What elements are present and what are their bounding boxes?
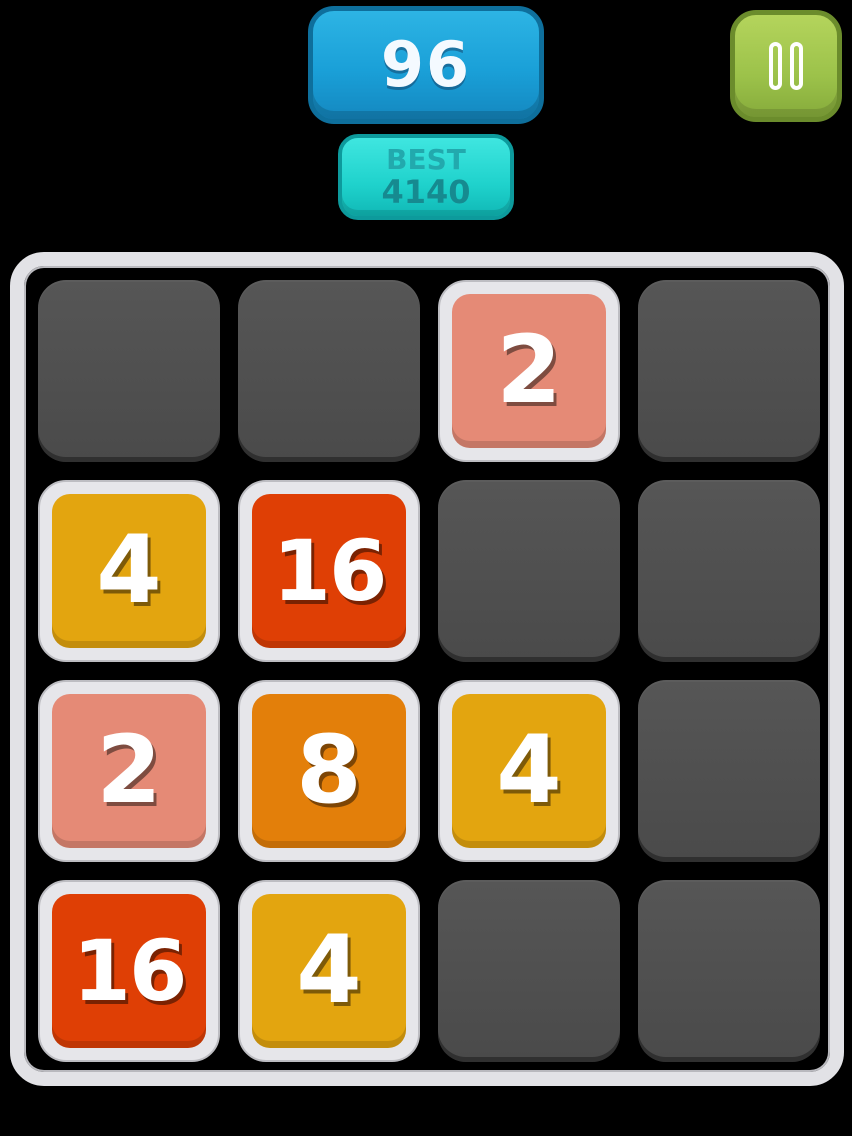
tile-16: 16	[238, 480, 420, 662]
tile-4: 4	[38, 480, 220, 662]
tile-value: 8	[296, 716, 362, 825]
pause-icon	[765, 42, 807, 90]
tile-face: 16	[252, 494, 406, 648]
tile-face: 4	[452, 694, 606, 848]
tile-value: 2	[96, 716, 162, 825]
tile-face: 2	[52, 694, 206, 848]
empty-cell	[638, 480, 820, 662]
tile-value: 16	[272, 522, 388, 620]
score-value: 96	[380, 28, 472, 101]
best-label: BEST	[386, 143, 466, 176]
empty-cell	[638, 280, 820, 462]
tile-16: 16	[38, 880, 220, 1062]
tile-value: 16	[72, 922, 188, 1020]
best-score-panel: BEST 4140	[338, 134, 514, 220]
pause-button[interactable]	[730, 10, 842, 122]
tile-face: 4	[52, 494, 206, 648]
tile-value: 2	[496, 316, 562, 425]
tile-2: 2	[38, 680, 220, 862]
tile-value: 4	[496, 716, 562, 825]
empty-cell	[638, 680, 820, 862]
tile-2: 2	[438, 280, 620, 462]
board-grid[interactable]: 2 4 16 2 8 4 16 4	[38, 280, 820, 1062]
empty-cell	[438, 480, 620, 662]
empty-cell	[438, 880, 620, 1062]
tile-value: 4	[296, 916, 362, 1025]
tile-face: 4	[252, 894, 406, 1048]
tile-4: 4	[238, 880, 420, 1062]
tile-face: 2	[452, 294, 606, 448]
game-board[interactable]: 2 4 16 2 8 4 16 4	[10, 252, 844, 1086]
tile-value: 4	[96, 516, 162, 625]
tile-face: 8	[252, 694, 406, 848]
score-panel: 96	[308, 6, 544, 124]
game-screen: 96 BEST 4140 2 4 16 2 8 4 16 4	[0, 0, 852, 1136]
empty-cell	[638, 880, 820, 1062]
tile-8: 8	[238, 680, 420, 862]
tile-4: 4	[438, 680, 620, 862]
best-score-value: 4140	[381, 173, 471, 211]
empty-cell	[38, 280, 220, 462]
tile-face: 16	[52, 894, 206, 1048]
empty-cell	[238, 280, 420, 462]
